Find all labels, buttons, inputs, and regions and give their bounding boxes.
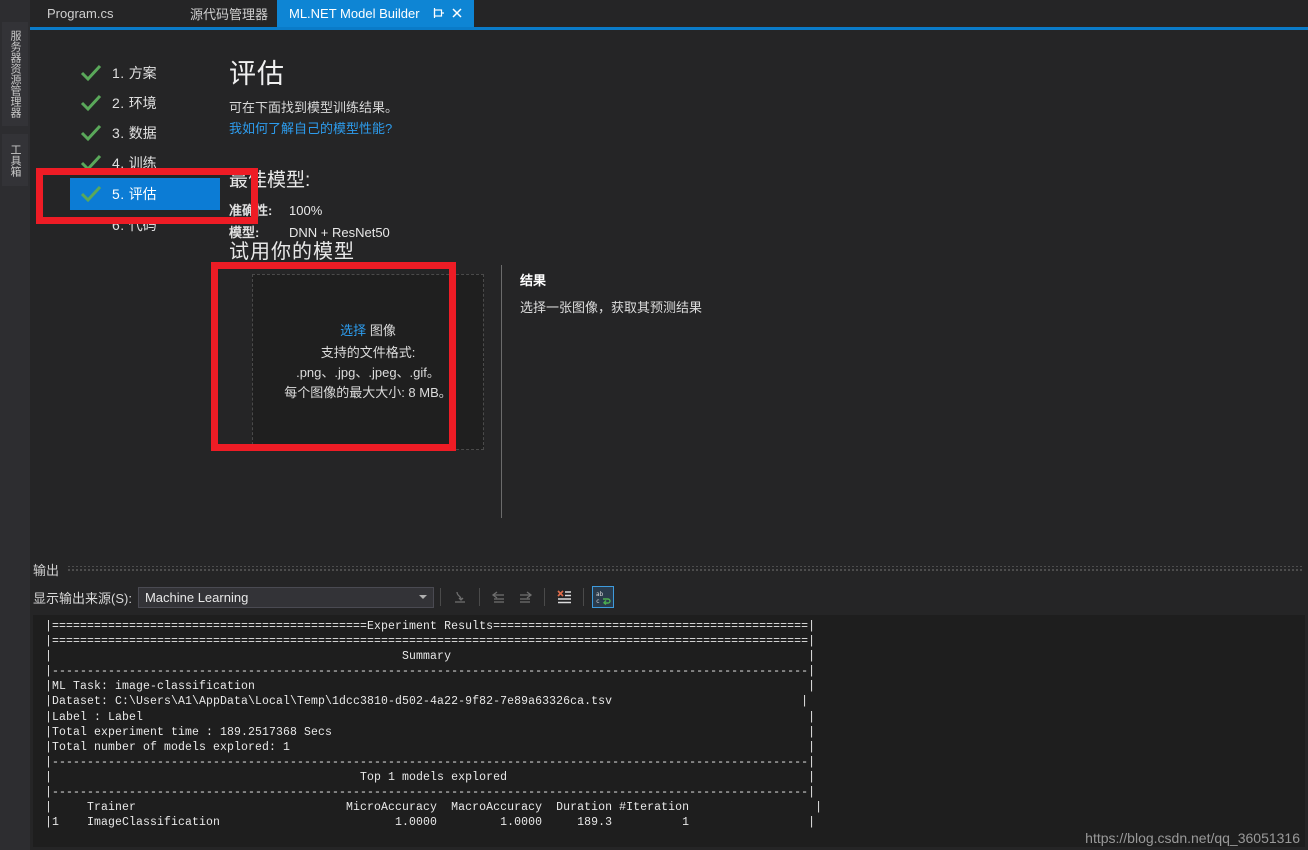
- check-icon: [80, 94, 102, 112]
- sidebar-item-environment[interactable]: 2. 环境: [70, 88, 250, 118]
- step-number: 5.: [112, 186, 125, 202]
- tab-label: 源代码管理器: [190, 7, 269, 22]
- results-title: 结果: [520, 273, 547, 288]
- tab-label: ML.NET Model Builder: [289, 6, 420, 21]
- try-model-section: 试用你的模型 选择 图像 支持的文件格式: .png、.jpg、.jpeg、.g…: [229, 235, 529, 450]
- results-description: 选择一张图像，获取其预测结果: [520, 300, 703, 315]
- svg-text:ab: ab: [596, 591, 604, 598]
- sidebar-item-evaluate[interactable]: 5. 评估: [70, 178, 220, 210]
- output-source-label: 显示输出来源(S):: [33, 590, 132, 606]
- sidebar-item-scenario[interactable]: 1. 方案: [70, 58, 250, 88]
- previous-message-icon[interactable]: [488, 586, 510, 608]
- left-dock: 服务器资源管理器 工具箱: [0, 0, 30, 850]
- page-title: 评估: [229, 59, 285, 89]
- editor-tab-strip: Program.cs 源代码管理器 ML.NET Model Builder: [30, 0, 1308, 27]
- sidebar-item-train[interactable]: 4. 训练: [70, 148, 250, 178]
- dropzone-formats: .png、.jpg、.jpeg、.gif。: [296, 365, 440, 380]
- step-label: 数据: [128, 125, 157, 141]
- sidebar-item-code[interactable]: 6. 代码: [70, 210, 250, 240]
- step-label: 代码: [128, 217, 157, 233]
- toolbar-separator: [543, 588, 545, 606]
- step-number: 3.: [112, 125, 125, 141]
- help-link[interactable]: 我如何了解自己的模型性能?: [229, 118, 559, 137]
- dropzone-max-size: 每个图像的最大大小: 8 MB。: [284, 385, 452, 400]
- step-number: 4.: [112, 155, 125, 171]
- check-placeholder: [80, 216, 102, 234]
- check-icon: [80, 154, 102, 172]
- best-model-heading: 最佳模型:: [229, 170, 311, 191]
- drag-handle[interactable]: [67, 565, 1304, 573]
- chevron-down-icon: [418, 595, 427, 599]
- output-panel: 输出 显示输出来源(S): Machine Learning ab c |===…: [30, 553, 1308, 850]
- try-model-heading: 试用你的模型: [229, 241, 355, 263]
- sidebar-item-server-explorer[interactable]: 服务器资源管理器: [2, 22, 28, 126]
- dropzone-formats-label: 支持的文件格式:: [320, 345, 416, 360]
- output-panel-title: 输出: [33, 562, 60, 578]
- tab-program-cs[interactable]: Program.cs: [35, 0, 125, 27]
- tab-label: Program.cs: [47, 6, 114, 21]
- pin-icon[interactable]: [433, 7, 445, 21]
- choose-image-rest: 图像: [369, 323, 396, 338]
- check-icon: [80, 124, 102, 142]
- toolbar-separator: [582, 588, 584, 606]
- metric-label: 准确性:: [229, 203, 273, 218]
- wizard-steps: 1. 方案 2. 环境 3. 数据 4. 训练 5. 评估 6. 代码: [70, 58, 250, 240]
- sidebar-item-toolbox[interactable]: 工具箱: [2, 134, 28, 186]
- app-window: 服务器资源管理器 工具箱 Program.cs 源代码管理器 ML.NET Mo…: [0, 0, 1308, 850]
- sidebar-item-data[interactable]: 3. 数据: [70, 118, 250, 148]
- output-console[interactable]: |=======================================…: [33, 615, 1305, 847]
- close-icon[interactable]: [451, 7, 463, 21]
- step-label: 环境: [128, 95, 157, 111]
- results-panel: 结果 选择一张图像，获取其预测结果: [520, 270, 820, 316]
- output-toolbar: 显示输出来源(S): Machine Learning ab c: [30, 584, 1308, 610]
- step-number: 2.: [112, 95, 125, 111]
- model-builder-main: 1. 方案 2. 环境 3. 数据 4. 训练 5. 评估 6. 代码 评估 可…: [33, 30, 1308, 545]
- sidebar-item-label: 工具箱: [9, 143, 21, 177]
- evaluate-panel: 评估 可在下面找到模型训练结果。 我如何了解自己的模型性能? 最佳模型: 准确性…: [229, 52, 559, 244]
- toggle-word-wrap-icon[interactable]: ab c: [591, 586, 614, 608]
- tab-source-control-explorer[interactable]: 源代码管理器: [178, 0, 280, 27]
- step-label: 评估: [128, 186, 157, 202]
- sidebar-item-label: 服务器资源管理器: [9, 30, 21, 118]
- dropzone-pick-row: 选择 图像: [340, 321, 396, 341]
- output-source-value: Machine Learning: [144, 589, 249, 605]
- output-panel-header: 输出: [30, 558, 1308, 580]
- clear-all-icon[interactable]: [553, 586, 575, 608]
- metric-accuracy: 准确性: 100%: [229, 200, 559, 222]
- toolbar-separator: [439, 588, 441, 606]
- choose-image-link[interactable]: 选择: [340, 323, 366, 338]
- metric-value: 100%: [289, 203, 323, 218]
- tab-mlnet-model-builder[interactable]: ML.NET Model Builder: [277, 0, 474, 27]
- vertical-divider: [501, 265, 502, 518]
- watermark: https://blog.csdn.net/qq_36051316: [1085, 830, 1300, 846]
- jump-to-message-icon[interactable]: [449, 586, 471, 608]
- step-label: 训练: [128, 155, 157, 171]
- image-dropzone[interactable]: 选择 图像 支持的文件格式: .png、.jpg、.jpeg、.gif。 每个图…: [252, 274, 484, 450]
- next-message-icon[interactable]: [514, 586, 536, 608]
- toolbar-separator: [478, 588, 480, 606]
- step-number: 1.: [112, 65, 125, 81]
- check-icon: [80, 185, 102, 203]
- output-source-select[interactable]: Machine Learning: [137, 586, 434, 608]
- check-icon: [80, 64, 102, 82]
- page-description: 可在下面找到模型训练结果。: [229, 100, 399, 115]
- step-label: 方案: [128, 65, 157, 81]
- step-number: 6.: [112, 217, 125, 233]
- svg-text:c: c: [596, 598, 600, 605]
